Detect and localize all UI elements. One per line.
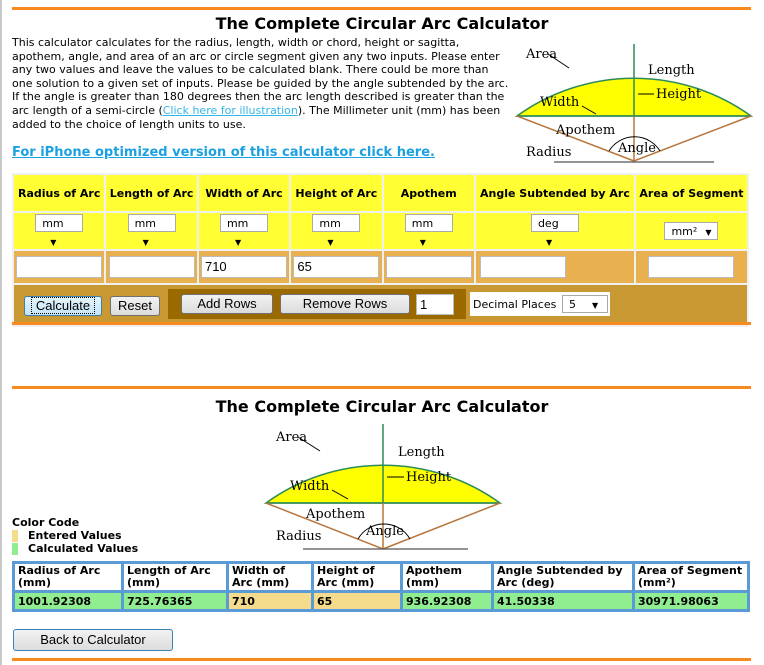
legend-entered: Entered Values bbox=[12, 529, 138, 542]
angle-label: Angle bbox=[365, 524, 404, 539]
result-width: 710 bbox=[229, 593, 311, 609]
length-unit-select[interactable]: mm▼ bbox=[127, 214, 176, 247]
button-row: Calculate Reset Add Rows Remove Rows 1 D… bbox=[14, 285, 747, 325]
arc-diagram-results: Area Length Height Width Apothem Radius … bbox=[263, 424, 503, 550]
dropdown-arrow-icon: ▼ bbox=[419, 238, 426, 247]
col-header-height: Height of Arc bbox=[291, 175, 382, 211]
page-title: The Complete Circular Arc Calculator bbox=[215, 14, 549, 33]
dropdown-arrow-icon: ▼ bbox=[234, 238, 242, 247]
radius-label: Radius bbox=[276, 529, 321, 544]
result-area: 30971.98063 bbox=[635, 593, 747, 609]
width-unit-select[interactable]: mm▼ bbox=[219, 214, 268, 247]
result-header-radius: Radius of Arc (mm) bbox=[15, 564, 121, 590]
color-code-title: Color Code bbox=[12, 516, 80, 529]
length-input[interactable] bbox=[108, 256, 195, 278]
results-table: Radius of Arc (mm) Length of Arc (mm) Wi… bbox=[12, 561, 750, 612]
apothem-label: Apothem bbox=[305, 507, 365, 522]
header-row: Radius of Arc Length of Arc Width of Arc… bbox=[14, 175, 747, 211]
dropdown-arrow-icon: ▼ bbox=[545, 238, 553, 247]
legend-calculated: Calculated Values bbox=[12, 542, 138, 555]
illustration-link[interactable]: Click here for illustration bbox=[163, 104, 298, 117]
results-title: The Complete Circular Arc Calculator bbox=[215, 397, 549, 416]
remove-rows-button[interactable]: Remove Rows bbox=[280, 294, 410, 314]
col-header-area: Area of Segment bbox=[635, 175, 747, 211]
result-header-width: Width of Arc (mm) bbox=[229, 564, 311, 590]
calculated-swatch bbox=[12, 543, 18, 555]
decimal-places-box: Decimal Places 5 ▼ bbox=[470, 292, 610, 316]
decimal-places-select[interactable]: 5 ▼ bbox=[562, 295, 608, 313]
add-rows-button[interactable]: Add Rows bbox=[181, 294, 273, 314]
page-left-border bbox=[0, 0, 2, 665]
radius-label: Radius bbox=[526, 145, 571, 160]
dropdown-arrow-icon: ▼ bbox=[50, 238, 57, 247]
angle-unit-select[interactable]: deg▼ bbox=[530, 214, 579, 247]
width-label: Width bbox=[540, 95, 580, 110]
results-row: 1001.92308 725.76365 710 65 936.92308 41… bbox=[15, 593, 747, 609]
entered-swatch bbox=[12, 530, 18, 542]
dropdown-arrow-icon: ▼ bbox=[592, 301, 599, 310]
decimal-places-label: Decimal Places bbox=[473, 298, 557, 311]
area-label: Area bbox=[275, 430, 307, 445]
height-unit-select[interactable]: mm▼ bbox=[312, 214, 361, 247]
result-angle: 41.50338 bbox=[494, 593, 632, 609]
height-input[interactable]: 65 bbox=[293, 256, 380, 278]
col-header-radius: Radius of Arc bbox=[14, 175, 105, 211]
angle-label: Angle bbox=[617, 141, 656, 156]
radius-unit-select[interactable]: mm▼ bbox=[35, 214, 84, 247]
results-header-row: Radius of Arc (mm) Length of Arc (mm) Wi… bbox=[15, 564, 747, 590]
angle-input[interactable] bbox=[479, 256, 566, 278]
result-header-height: Height of Arc (mm) bbox=[314, 564, 400, 590]
length-label: Length bbox=[398, 445, 445, 460]
result-length: 725.76365 bbox=[124, 593, 226, 609]
arc-diagram: Area Length Height Width Apothem Radius … bbox=[514, 44, 754, 163]
input-row: 710 65 bbox=[14, 251, 747, 283]
result-header-area: Area of Segment (mm²) bbox=[635, 564, 747, 590]
col-header-apothem: Apothem bbox=[383, 175, 474, 211]
description: This calculator calculates for the radiu… bbox=[12, 36, 509, 131]
reset-button[interactable]: Reset bbox=[110, 296, 160, 316]
calculate-button[interactable]: Calculate bbox=[24, 296, 102, 316]
area-input[interactable] bbox=[648, 256, 735, 278]
divider bbox=[12, 658, 751, 661]
result-header-apothem: Apothem (mm) bbox=[403, 564, 491, 590]
color-code-legend: Color Code Entered Values Calculated Val… bbox=[12, 516, 138, 555]
result-header-angle: Angle Subtended by Arc (deg) bbox=[494, 564, 632, 590]
result-height: 65 bbox=[314, 593, 400, 609]
dropdown-arrow-icon: ▼ bbox=[705, 228, 712, 237]
width-input[interactable]: 710 bbox=[200, 256, 287, 278]
apothem-unit-select[interactable]: mm▼ bbox=[404, 214, 453, 247]
divider bbox=[12, 322, 751, 325]
col-header-width: Width of Arc bbox=[198, 175, 290, 211]
rows-count-input[interactable]: 1 bbox=[416, 294, 454, 315]
height-label: Height bbox=[406, 470, 452, 485]
back-to-calculator-button[interactable]: Back to Calculator bbox=[13, 629, 173, 651]
result-apothem: 936.92308 bbox=[403, 593, 491, 609]
unit-row: mm▼ mm▼ mm▼ mm▼ mm▼ deg▼ mm² ▼ bbox=[14, 213, 747, 249]
col-header-length: Length of Arc bbox=[106, 175, 197, 211]
dropdown-arrow-icon: ▼ bbox=[142, 238, 149, 247]
iphone-version-link[interactable]: For iPhone optimized version of this cal… bbox=[12, 145, 435, 160]
result-header-length: Length of Arc (mm) bbox=[124, 564, 226, 590]
divider bbox=[12, 7, 751, 10]
area-unit-select[interactable]: mm² ▼ bbox=[664, 222, 719, 240]
height-label: Height bbox=[656, 87, 702, 102]
dropdown-arrow-icon: ▼ bbox=[327, 238, 334, 247]
width-label: Width bbox=[290, 479, 330, 494]
col-header-angle: Angle Subtended by Arc bbox=[475, 175, 634, 211]
length-label: Length bbox=[648, 63, 695, 78]
calculator-table: Radius of Arc Length of Arc Width of Arc… bbox=[12, 173, 749, 327]
area-label: Area bbox=[525, 47, 557, 62]
radius-input[interactable] bbox=[16, 256, 103, 278]
apothem-label: Apothem bbox=[555, 123, 615, 138]
result-radius: 1001.92308 bbox=[15, 593, 121, 609]
divider bbox=[12, 386, 751, 389]
apothem-input[interactable] bbox=[385, 256, 472, 278]
